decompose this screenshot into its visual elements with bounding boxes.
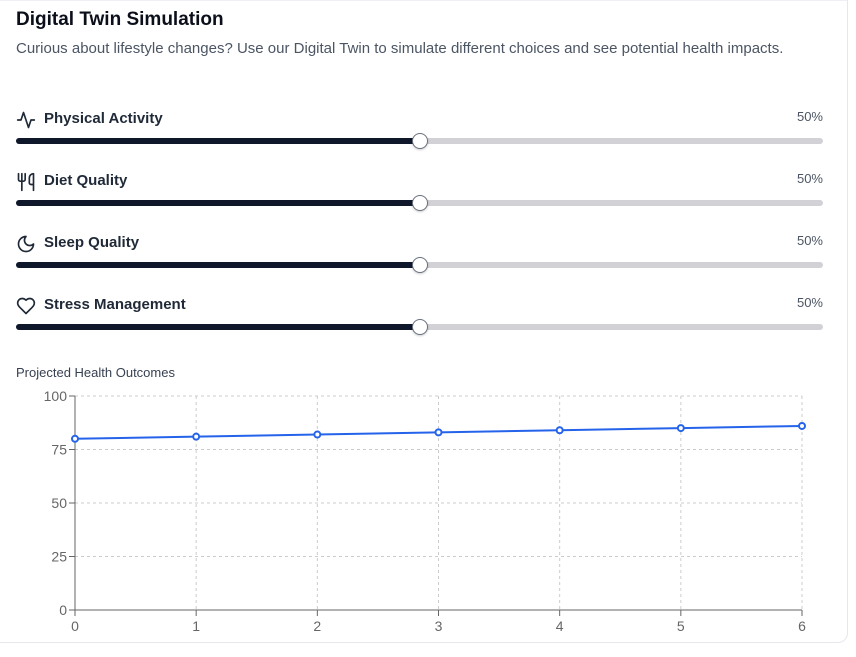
digital-twin-card: Digital Twin Simulation Curious about li… bbox=[0, 0, 848, 643]
slider-thumb[interactable] bbox=[411, 133, 428, 149]
x-tick-label: 3 bbox=[435, 618, 443, 634]
slider-fill bbox=[16, 200, 420, 206]
slider-value: 50% bbox=[796, 109, 823, 124]
data-point bbox=[71, 434, 79, 443]
slider-track[interactable] bbox=[16, 257, 823, 273]
slider-label: Diet Quality bbox=[44, 172, 128, 189]
slider-track[interactable] bbox=[16, 133, 823, 149]
x-tick-label: 2 bbox=[313, 618, 321, 634]
slider-track[interactable] bbox=[16, 195, 823, 211]
slider-label: Physical Activity bbox=[44, 110, 163, 127]
slider-sleep-quality: Sleep Quality 50% bbox=[16, 233, 823, 283]
activity-icon bbox=[16, 110, 36, 130]
y-tick-label: 50 bbox=[51, 495, 67, 511]
chart-axes: 0 25 50 75 100 0 1 2 3 4 5 6 bbox=[44, 388, 806, 634]
slider-value: 50% bbox=[796, 233, 823, 248]
slider-thumb[interactable] bbox=[411, 257, 428, 273]
page-title: Digital Twin Simulation bbox=[16, 9, 224, 30]
x-tick-label: 4 bbox=[556, 618, 564, 634]
slider-thumb[interactable] bbox=[411, 319, 428, 335]
y-tick-label: 75 bbox=[51, 442, 67, 458]
slider-label: Stress Management bbox=[44, 296, 186, 313]
data-point bbox=[192, 432, 201, 441]
heart-icon bbox=[16, 296, 36, 316]
slider-value: 50% bbox=[796, 171, 823, 186]
slider-physical-activity: Physical Activity 50% bbox=[16, 109, 823, 159]
y-tick-label: 100 bbox=[44, 388, 68, 404]
slider-fill bbox=[16, 324, 420, 330]
x-tick-label: 5 bbox=[677, 618, 685, 634]
chart-title: Projected Health Outcomes bbox=[16, 365, 175, 380]
slider-track[interactable] bbox=[16, 319, 823, 335]
x-tick-label: 6 bbox=[798, 618, 806, 634]
slider-stress-management: Stress Management 50% bbox=[16, 295, 823, 345]
data-point bbox=[434, 428, 443, 437]
health-outcomes-chart: 0 25 50 75 100 0 1 2 3 4 5 6 bbox=[44, 388, 806, 634]
moon-icon bbox=[16, 234, 36, 254]
slider-diet-quality: Diet Quality 50% bbox=[16, 171, 823, 221]
description-text: Curious about lifestyle changes? Use our… bbox=[16, 40, 784, 57]
y-tick-label: 25 bbox=[51, 549, 67, 565]
x-tick-label: 0 bbox=[71, 618, 79, 634]
utensils-icon bbox=[16, 172, 36, 192]
data-point bbox=[313, 430, 322, 439]
slider-fill bbox=[16, 138, 420, 144]
data-point bbox=[798, 421, 806, 430]
y-tick-label: 0 bbox=[59, 602, 67, 618]
slider-fill bbox=[16, 262, 420, 268]
data-point bbox=[676, 424, 685, 433]
data-point bbox=[555, 426, 564, 435]
slider-label: Sleep Quality bbox=[44, 234, 140, 251]
slider-value: 50% bbox=[796, 295, 823, 310]
x-tick-label: 1 bbox=[192, 618, 200, 634]
slider-thumb[interactable] bbox=[411, 195, 428, 211]
